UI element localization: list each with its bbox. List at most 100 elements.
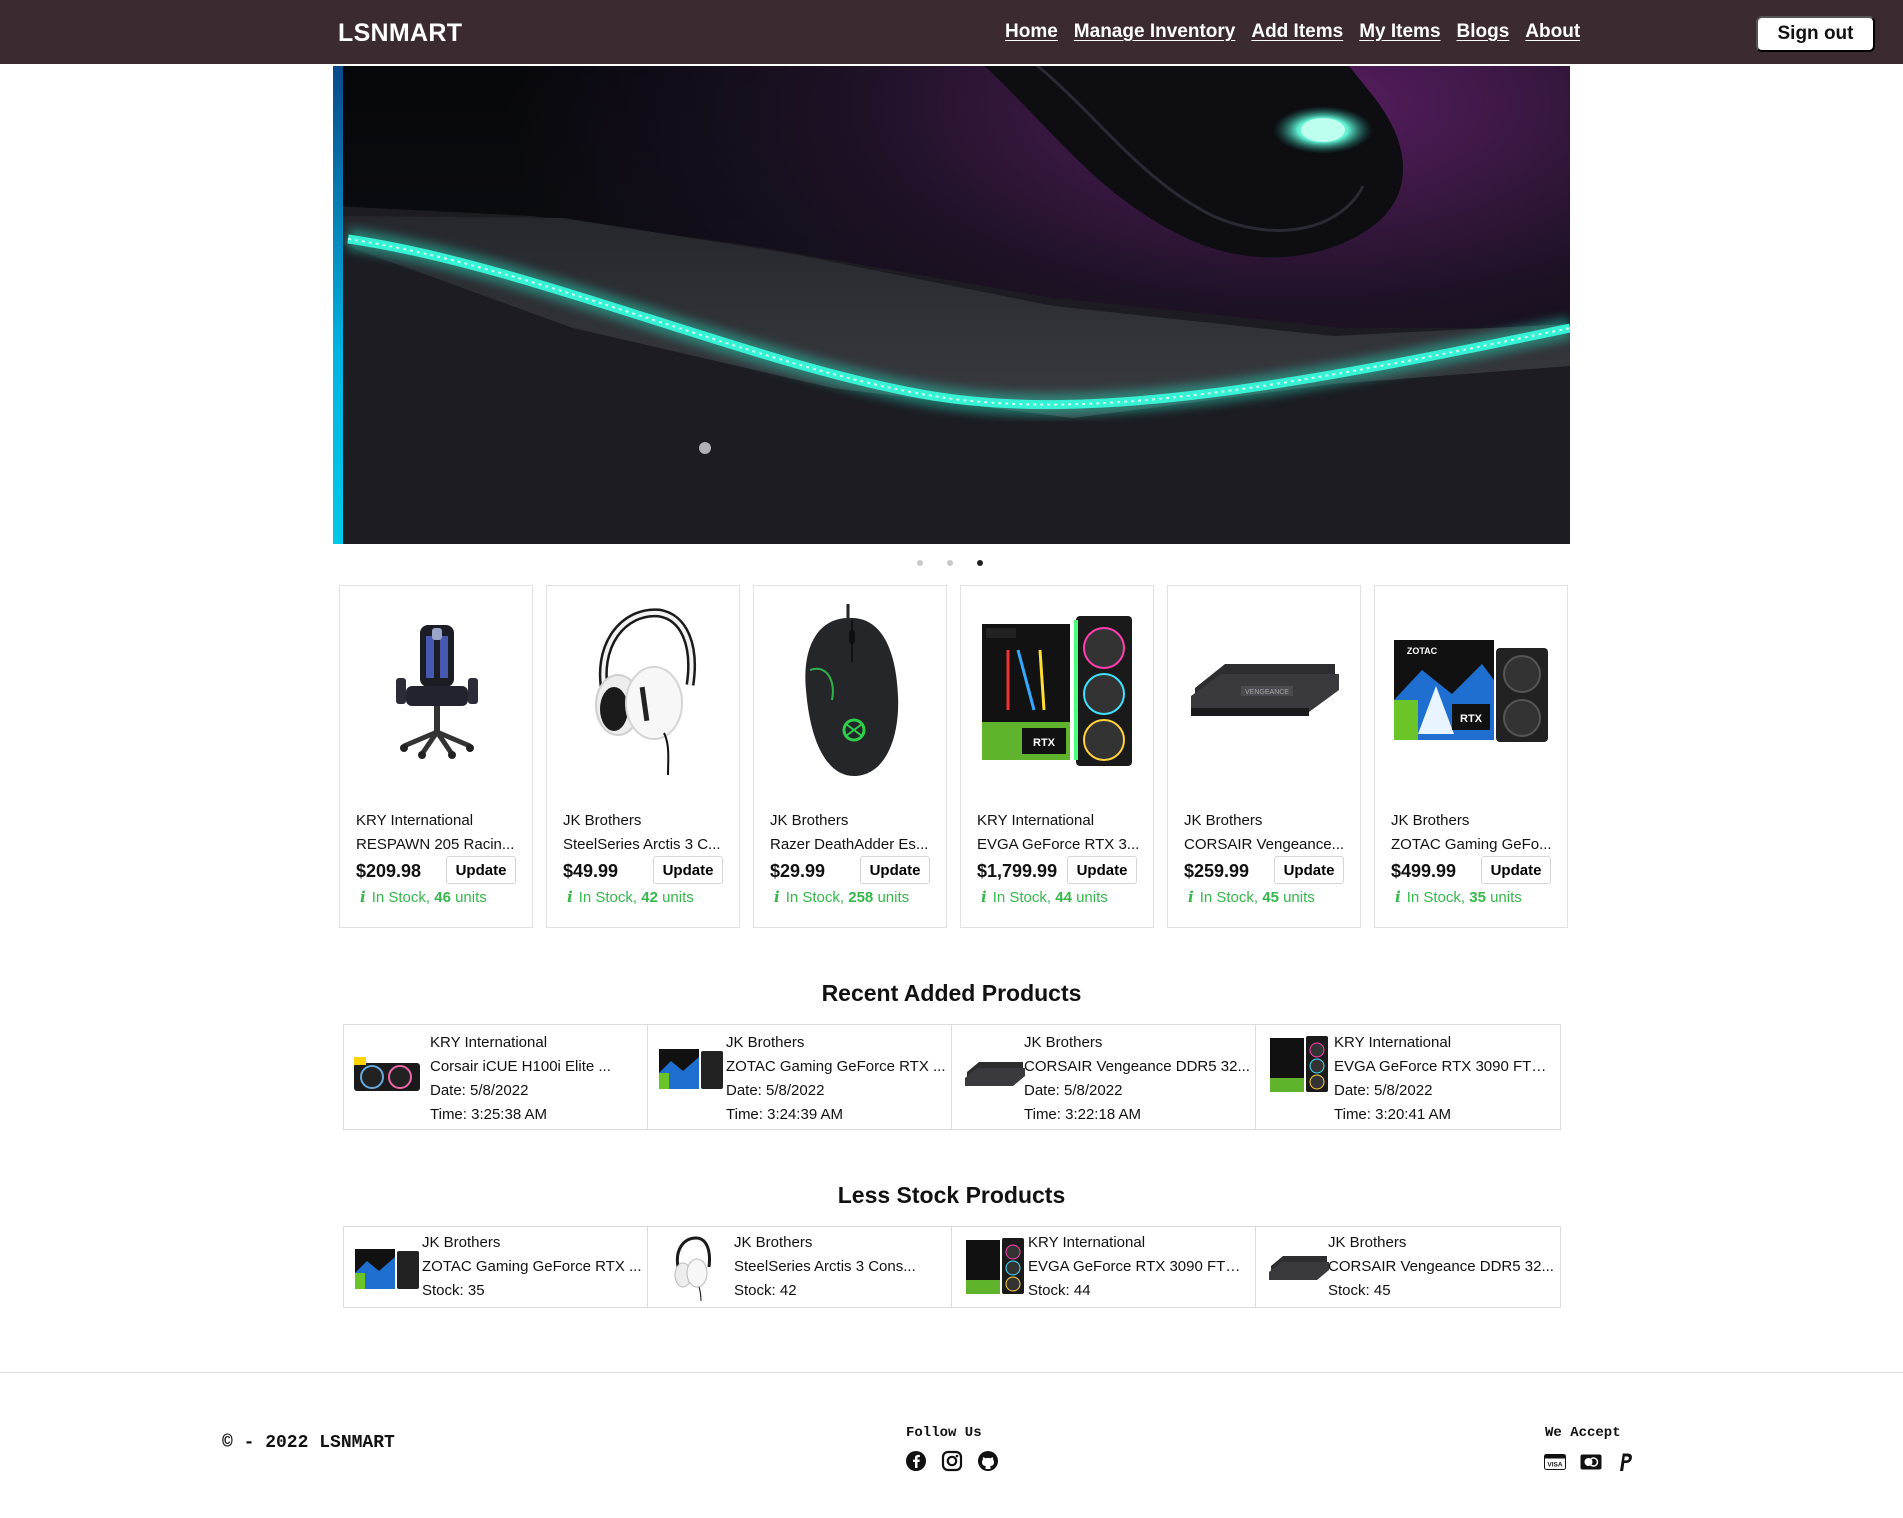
less-stock-supplier: JK Brothers: [734, 1234, 813, 1251]
stock-status: i In Stock, 258 units: [774, 888, 910, 906]
graphics-card-box-icon: [656, 1041, 726, 1093]
recent-supplier: KRY International: [1334, 1034, 1452, 1051]
ram-icon: [960, 1047, 1030, 1099]
product-price: $29.99: [770, 861, 826, 881]
product-price: $1,799.99: [977, 861, 1058, 881]
less-stock-qty: Stock: 42: [734, 1282, 797, 1299]
carousel-dot-2[interactable]: [947, 560, 953, 566]
less-stock-supplier: JK Brothers: [1328, 1234, 1407, 1251]
info-icon: i: [981, 888, 987, 906]
recent-date: Date: 5/8/2022: [1334, 1082, 1433, 1099]
graphics-card-box-icon: [352, 1241, 422, 1293]
brand-logo[interactable]: LSNMART: [338, 19, 462, 48]
less-stock-item[interactable]: KRY International EVGA GeForce RTX 3090 …: [952, 1227, 1256, 1307]
svg-text:ZOTAC: ZOTAC: [1407, 646, 1438, 656]
product-card: KRY International RESPAWN 205 Racin... $…: [339, 585, 533, 928]
gaming-chair-icon: [352, 600, 522, 780]
facebook-icon[interactable]: [905, 1450, 927, 1477]
nav-link-about[interactable]: About: [1525, 21, 1580, 43]
ram-icon: [1264, 1247, 1334, 1287]
product-name: Razer DeathAdder Es...: [770, 836, 929, 853]
product-card: JK Brothers Razer DeathAdder Es... $29.9…: [753, 585, 947, 928]
less-stock-name: EVGA GeForce RTX 3090 FTW...: [1028, 1258, 1250, 1275]
product-supplier: KRY International: [977, 812, 1095, 829]
less-stock-qty: Stock: 45: [1328, 1282, 1391, 1299]
recent-date: Date: 5/8/2022: [430, 1082, 529, 1099]
nav-link-manage-inventory[interactable]: Manage Inventory: [1074, 21, 1236, 43]
update-button[interactable]: Update: [1481, 856, 1551, 884]
product-supplier: JK Brothers: [1184, 812, 1263, 829]
recent-product-item[interactable]: JK Brothers ZOTAC Gaming GeForce RTX ...…: [648, 1025, 952, 1129]
less-stock-qty: Stock: 44: [1028, 1282, 1091, 1299]
instagram-icon[interactable]: [941, 1450, 963, 1477]
info-icon: i: [567, 888, 573, 906]
product-name: ZOTAC Gaming GeFo...: [1391, 836, 1552, 853]
recent-products-title: Recent Added Products: [821, 980, 1082, 1006]
less-stock-supplier: KRY International: [1028, 1234, 1146, 1251]
recent-name: Corsair iCUE H100i Elite ...: [430, 1058, 611, 1075]
graphics-card-box-icon: RTX ZOTAC: [1387, 600, 1557, 780]
info-icon: i: [1188, 888, 1194, 906]
update-button[interactable]: Update: [1067, 856, 1137, 884]
product-name: CORSAIR Vengeance...: [1184, 836, 1345, 853]
graphics-card-icon: [960, 1233, 1030, 1299]
product-supplier: JK Brothers: [563, 812, 642, 829]
graphics-card-icon: RTX: [973, 600, 1143, 780]
recent-time: Time: 3:25:38 AM: [430, 1106, 547, 1123]
recent-name: EVGA GeForce RTX 3090 FTW...: [1334, 1058, 1554, 1075]
product-price: $259.99: [1184, 861, 1250, 881]
recent-product-item[interactable]: JK Brothers CORSAIR Vengeance DDR5 32...…: [952, 1025, 1256, 1129]
info-icon: i: [1395, 888, 1401, 906]
svg-text:RTX: RTX: [1460, 713, 1483, 725]
less-stock-item[interactable]: JK Brothers SteelSeries Arctis 3 Cons...…: [648, 1227, 952, 1307]
less-stock-item[interactable]: JK Brothers ZOTAC Gaming GeForce RTX ...…: [344, 1227, 648, 1307]
mouse-icon: [766, 600, 936, 780]
recent-supplier: KRY International: [430, 1034, 548, 1051]
nav-link-my-items[interactable]: My Items: [1359, 21, 1440, 43]
carousel-dot-1[interactable]: [917, 560, 923, 566]
visa-icon: VISA: [1544, 1454, 1566, 1475]
nav-links: Home Manage Inventory Add Items My Items…: [1005, 21, 1580, 43]
update-button[interactable]: Update: [446, 856, 516, 884]
sign-out-button[interactable]: Sign out: [1756, 16, 1875, 52]
less-stock-item[interactable]: JK Brothers CORSAIR Vengeance DDR5 32...…: [1256, 1227, 1560, 1307]
stock-status: i In Stock, 35 units: [1395, 888, 1522, 906]
recent-product-item[interactable]: KRY International EVGA GeForce RTX 3090 …: [1256, 1025, 1560, 1129]
nav-link-home[interactable]: Home: [1005, 21, 1058, 43]
info-icon: i: [774, 888, 780, 906]
github-icon[interactable]: [977, 1450, 999, 1477]
less-stock-supplier: JK Brothers: [422, 1234, 501, 1251]
less-stock-name: SteelSeries Arctis 3 Cons...: [734, 1258, 916, 1275]
recent-name: CORSAIR Vengeance DDR5 32...: [1024, 1058, 1250, 1075]
update-button[interactable]: Update: [653, 856, 723, 884]
navbar: LSNMART Home Manage Inventory Add Items …: [0, 0, 1903, 64]
product-supplier: KRY International: [356, 812, 474, 829]
headset-icon: [656, 1235, 726, 1301]
carousel-dot-3[interactable]: [977, 560, 983, 566]
recent-date: Date: 5/8/2022: [1024, 1082, 1123, 1099]
recent-product-item[interactable]: KRY International Corsair iCUE H100i Eli…: [344, 1025, 648, 1129]
recent-products-table: KRY International Corsair iCUE H100i Eli…: [343, 1024, 1561, 1130]
mastercard-icon: [1580, 1454, 1602, 1475]
product-price: $499.99: [1391, 861, 1457, 881]
svg-text:RTX: RTX: [1033, 737, 1056, 749]
stock-status: i In Stock, 44 units: [981, 888, 1108, 906]
product-card: JK Brothers SteelSeries Arctis 3 C... $4…: [546, 585, 740, 928]
update-button[interactable]: Update: [860, 856, 930, 884]
product-price: $49.99: [563, 861, 619, 881]
product-name: EVGA GeForce RTX 3...: [977, 836, 1140, 853]
update-button[interactable]: Update: [1274, 856, 1344, 884]
nav-link-add-items[interactable]: Add Items: [1251, 21, 1343, 43]
headset-icon: [559, 600, 729, 780]
social-links: [905, 1450, 999, 1477]
we-accept-label: We Accept: [1545, 1425, 1621, 1441]
product-cards: KRY International RESPAWN 205 Racin... $…: [339, 585, 1568, 928]
hero-carousel-slide[interactable]: [333, 66, 1570, 544]
graphics-card-icon: [1264, 1033, 1334, 1095]
paypal-icon: [1616, 1452, 1634, 1477]
mousepad-hero-image: [333, 66, 1570, 544]
product-supplier: JK Brothers: [1391, 812, 1470, 829]
footer: © - 2022 LSNMART Follow Us We Accept VIS…: [0, 1372, 1903, 1518]
nav-link-blogs[interactable]: Blogs: [1457, 21, 1510, 43]
svg-text:VENGEANCE: VENGEANCE: [1245, 689, 1289, 696]
